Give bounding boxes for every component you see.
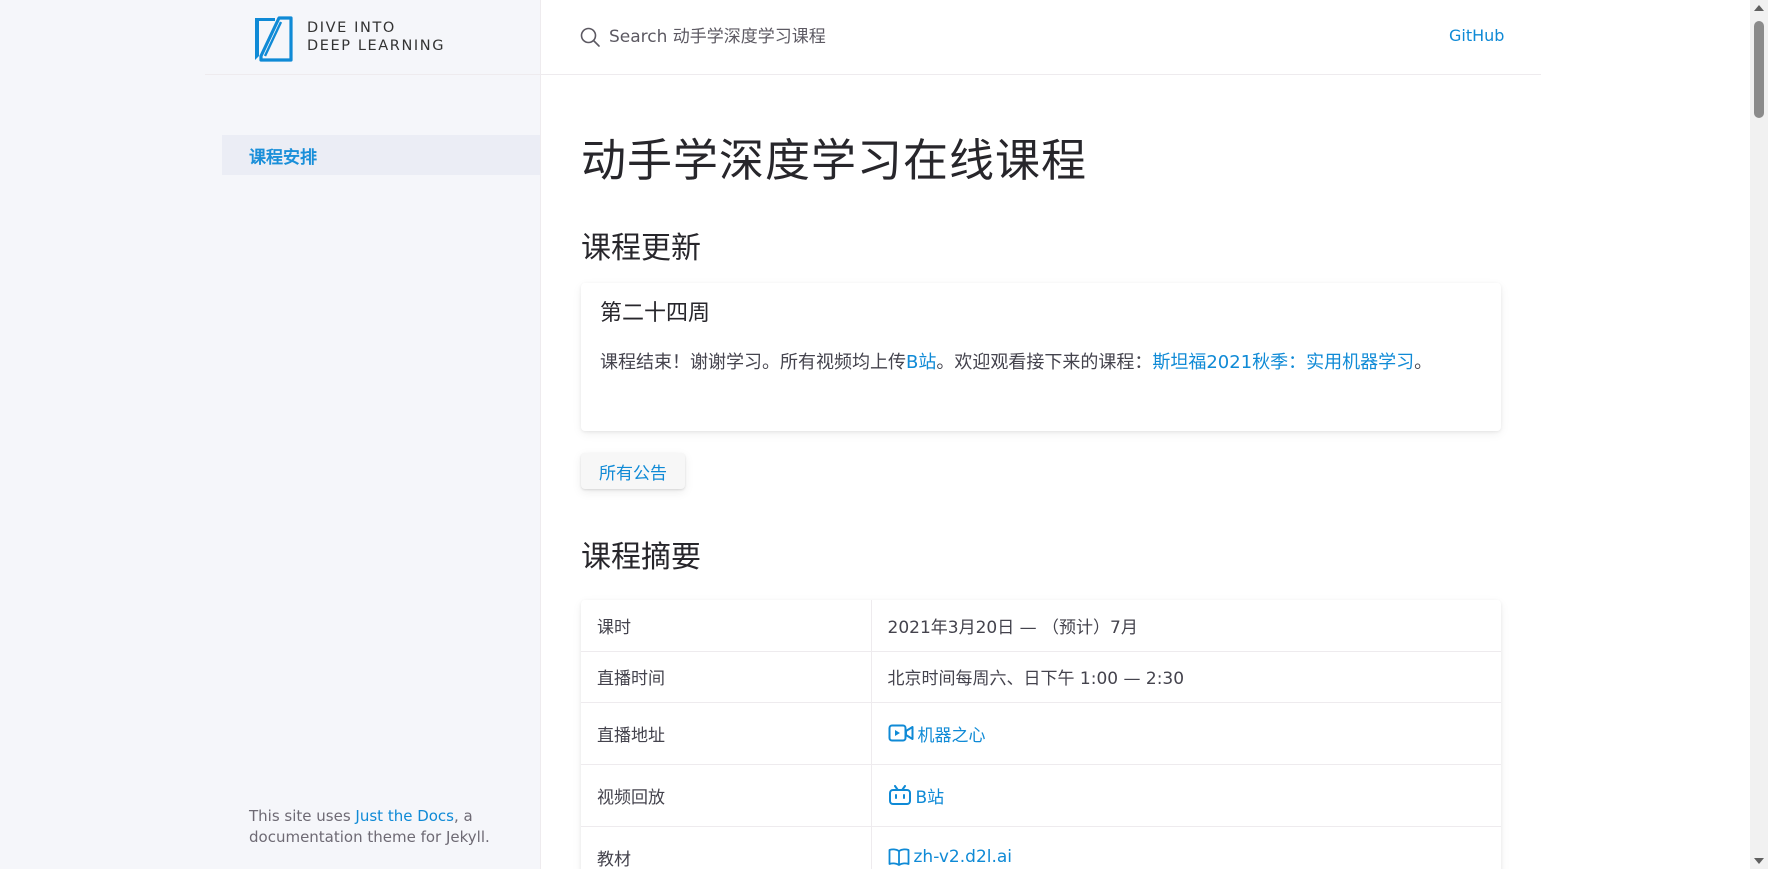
table-row: 直播地址 机器之心 bbox=[581, 702, 1501, 765]
stanford-course-link[interactable]: 斯坦福2021秋季：实用机器学习 bbox=[1152, 352, 1414, 373]
table-key: 视频回放 bbox=[581, 764, 872, 827]
table-row: 教材 zh-v2.d2l.ai bbox=[581, 826, 1501, 869]
live-stream-label: 机器之心 bbox=[917, 725, 986, 746]
table-key: 教材 bbox=[581, 826, 872, 869]
github-link[interactable]: GitHub bbox=[1449, 26, 1504, 45]
sidebar-item-schedule[interactable]: 课程安排 bbox=[222, 135, 540, 175]
logo[interactable]: DIVE INTO DEEP LEARNING bbox=[251, 11, 461, 63]
page-title: 动手学深度学习在线课程 bbox=[581, 134, 1088, 187]
announcement-title: 第二十四周 bbox=[600, 301, 711, 326]
search-icon bbox=[580, 27, 600, 47]
table-key: 直播时间 bbox=[581, 651, 872, 703]
summary-table: 课时 2021年3月20日 — （预计）7月 直播时间 北京时间每周六、日下午 … bbox=[581, 600, 1501, 869]
vertical-scrollbar[interactable] bbox=[1750, 0, 1768, 869]
main-content: GitHub 动手学深度学习在线课程 课程更新 第二十四周 课程结束！谢谢学习。… bbox=[540, 0, 1750, 869]
updates-heading: 课程更新 bbox=[581, 231, 701, 266]
header: GitHub bbox=[541, 0, 1541, 75]
bilibili-link[interactable]: B站 bbox=[906, 352, 936, 373]
table-value: B站 bbox=[871, 764, 1501, 827]
sidebar-footer: This site uses Just the Docs, a document… bbox=[249, 806, 519, 848]
live-stream-link[interactable]: 机器之心 bbox=[888, 721, 1486, 746]
announcement-text: 课程结束！谢谢学习。所有视频均上传B站。欢迎观看接下来的课程：斯坦福2021秋季… bbox=[600, 347, 1482, 379]
announcement-card: 第二十四周 课程结束！谢谢学习。所有视频均上传B站。欢迎观看接下来的课程：斯坦福… bbox=[581, 283, 1501, 431]
table-row: 直播时间 北京时间每周六、日下午 1:00 — 2:30 bbox=[581, 651, 1501, 703]
announcement-text-2: 。欢迎观看接下来的课程： bbox=[936, 352, 1153, 373]
logo-line-1: DIVE INTO bbox=[307, 20, 396, 36]
search-input[interactable] bbox=[609, 27, 1169, 47]
logo-text: DIVE INTO DEEP LEARNING bbox=[307, 19, 445, 55]
book-icon bbox=[888, 848, 909, 866]
announcement-text-1: 课程结束！谢谢学习。所有视频均上传 bbox=[600, 352, 906, 373]
sidebar: DIVE INTO DEEP LEARNING 课程安排 This site u… bbox=[0, 0, 540, 869]
announcement-text-3: 。 bbox=[1414, 352, 1433, 373]
table-value: 机器之心 bbox=[871, 702, 1501, 765]
scroll-down-arrow-icon[interactable] bbox=[1754, 858, 1764, 864]
table-value: zh-v2.d2l.ai bbox=[871, 826, 1501, 869]
bilibili-icon bbox=[888, 785, 911, 805]
table-key: 直播地址 bbox=[581, 702, 872, 765]
just-the-docs-link[interactable]: Just the Docs bbox=[355, 807, 454, 825]
search-bar[interactable] bbox=[579, 22, 1179, 52]
textbook-link[interactable]: zh-v2.d2l.ai bbox=[888, 847, 1486, 867]
summary-heading: 课程摘要 bbox=[581, 540, 701, 575]
sidebar-divider bbox=[205, 74, 540, 75]
table-value: 北京时间每周六、日下午 1:00 — 2:30 bbox=[871, 651, 1501, 703]
table-key: 课时 bbox=[581, 600, 872, 652]
video-replay-label: B站 bbox=[915, 787, 945, 808]
table-value: 2021年3月20日 — （预计）7月 bbox=[871, 600, 1501, 652]
table-row: 课时 2021年3月20日 — （预计）7月 bbox=[581, 600, 1501, 652]
table-row: 视频回放 B站 bbox=[581, 764, 1501, 827]
logo-line-2: DEEP LEARNING bbox=[307, 38, 446, 54]
video-camera-icon bbox=[888, 724, 913, 742]
footer-prefix: This site uses bbox=[249, 807, 356, 825]
all-announcements-button[interactable]: 所有公告 bbox=[581, 453, 685, 489]
scroll-up-arrow-icon[interactable] bbox=[1754, 5, 1764, 11]
video-replay-link[interactable]: B站 bbox=[888, 783, 1486, 808]
d2l-logo-icon bbox=[255, 16, 293, 62]
scroll-thumb[interactable] bbox=[1754, 21, 1764, 118]
textbook-label: zh-v2.d2l.ai bbox=[913, 847, 1013, 867]
